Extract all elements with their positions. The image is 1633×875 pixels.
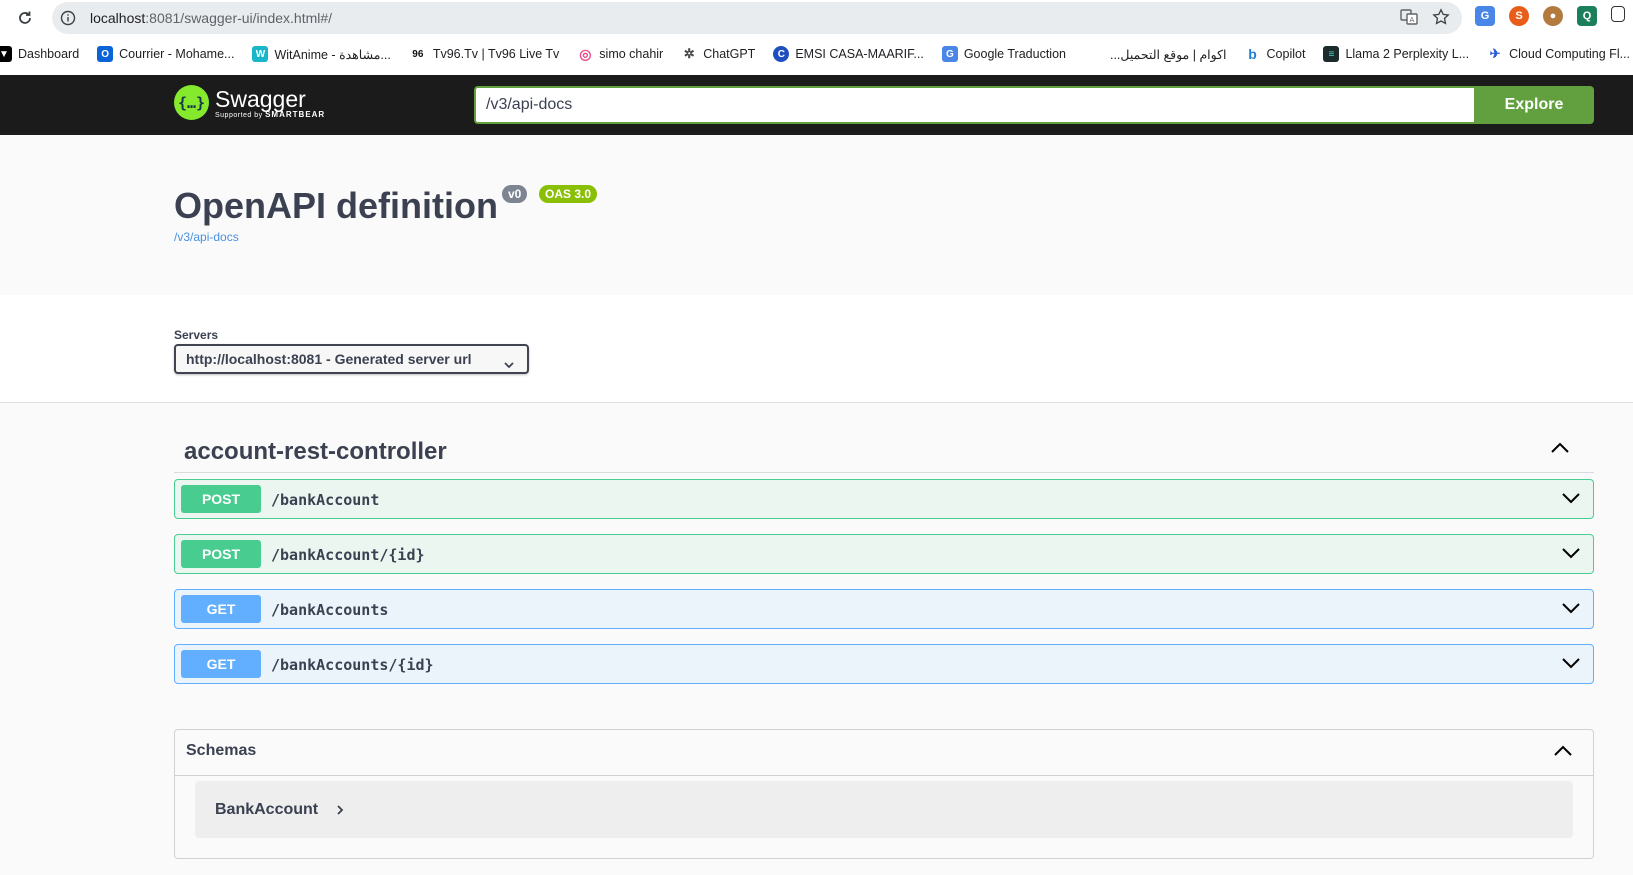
- api-docs-link[interactable]: /v3/api-docs: [174, 230, 239, 244]
- swagger-logo[interactable]: {…} Swagger Supported by SMARTBEAR: [174, 85, 325, 120]
- bookmark-item[interactable]: b Copilot: [1245, 46, 1306, 62]
- bookmark-label: simo chahir: [599, 47, 664, 61]
- bookmark-item[interactable]: C EMSI CASA-MAARIF...: [773, 46, 924, 62]
- schemas-title: Schemas: [186, 742, 257, 759]
- swagger-topbar: {…} Swagger Supported by SMARTBEAR /v3/a…: [0, 75, 1633, 135]
- page-title: OpenAPI definition: [174, 185, 498, 226]
- oas-badge: OAS 3.0: [539, 185, 598, 203]
- google-translate-icon: G: [941, 46, 958, 62]
- bookmark-label: Google Traduction: [963, 47, 1066, 61]
- translate-page-icon[interactable]: A: [1400, 8, 1418, 31]
- smartbear-text: SMARTBEAR: [265, 109, 326, 119]
- info-section: OpenAPI definition v0 OAS 3.0 /v3/api-do…: [0, 135, 1633, 295]
- chevron-down-icon[interactable]: [1561, 601, 1581, 620]
- bookmark-label: Courrier - Mohame...: [119, 47, 235, 61]
- address-bar[interactable]: localhost:8081/swagger-ui/index.html#/ A: [52, 2, 1462, 34]
- operation-path: /bankAccount: [271, 491, 380, 509]
- url-text: localhost:8081/swagger-ui/index.html#/: [90, 10, 332, 26]
- emsi-icon: C: [773, 46, 790, 62]
- bookmark-label: EMSI CASA-MAARIF...: [795, 47, 924, 61]
- schemas-header[interactable]: Schemas: [175, 730, 1593, 776]
- version-badge: v0: [502, 185, 528, 203]
- tag-header[interactable]: account-rest-controller: [174, 425, 1594, 473]
- chatgpt-icon: ✲: [683, 46, 695, 61]
- servers-section: Servers http://localhost:8081 - Generate…: [0, 295, 1633, 403]
- model-name: BankAccount: [215, 801, 319, 818]
- bookmark-label: Llama 2 Perplexity L...: [1345, 47, 1470, 61]
- swagger-logo-icon: {…}: [174, 85, 209, 120]
- spec-url-input[interactable]: /v3/api-docs: [474, 86, 1474, 124]
- bing-icon: b: [1248, 46, 1257, 62]
- bookmark-label: Dashboard: [18, 47, 80, 61]
- bookmark-item[interactable]: O Courrier - Mohame...: [97, 46, 234, 62]
- bookmarks-bar: ▼ Dashboard O Courrier - Mohame... W Wit…: [0, 40, 1633, 68]
- bookmark-item[interactable]: ≡ Llama 2 Perplexity L...: [1323, 46, 1469, 62]
- bookmark-label: ChatGPT: [703, 47, 756, 61]
- url-host: localhost: [90, 10, 146, 26]
- servers-selected-value: http://localhost:8081 - Generated server…: [186, 351, 472, 367]
- method-badge: GET: [181, 595, 261, 623]
- explore-button[interactable]: Explore: [1474, 86, 1594, 124]
- extension-icon[interactable]: S: [1509, 6, 1529, 26]
- outlook-icon: O: [97, 46, 114, 62]
- method-badge: GET: [181, 650, 261, 678]
- url-path: :8081/swagger-ui/index.html#/: [145, 10, 333, 26]
- extensions-menu-icon[interactable]: [1611, 6, 1625, 22]
- bookmark-label: WitAnime - مشاهدة...: [274, 47, 391, 62]
- google-translate-extension-icon[interactable]: G: [1475, 6, 1495, 26]
- bookmark-item[interactable]: W WitAnime - مشاهدة...: [252, 46, 391, 62]
- bookmark-item[interactable]: ✲ ChatGPT: [681, 46, 756, 62]
- chevron-down-icon: [503, 353, 515, 379]
- site-info-icon[interactable]: [60, 10, 76, 26]
- svg-text:A: A: [1410, 16, 1415, 24]
- bookmark-label: Tv96.Tv | Tv96 Live Tv: [432, 47, 560, 61]
- bookmark-item[interactable]: ◎ simo chahir: [577, 46, 663, 62]
- extension-icon[interactable]: Q: [1577, 6, 1597, 26]
- bookmark-label: Copilot: [1266, 47, 1306, 61]
- perplexity-icon: ≡: [1323, 46, 1340, 62]
- cookie-extension-icon[interactable]: ●: [1543, 6, 1563, 26]
- chevron-down-icon[interactable]: [1561, 546, 1581, 565]
- operation-post-bankaccount[interactable]: POST /bankAccount: [174, 479, 1594, 519]
- tag-title: account-rest-controller: [184, 438, 447, 465]
- servers-select[interactable]: http://localhost:8081 - Generated server…: [174, 344, 529, 374]
- bookmark-item[interactable]: اكوام | موقع التحميل...: [1110, 47, 1227, 62]
- servers-label: Servers: [174, 328, 219, 342]
- bookmark-label: اكوام | موقع التحميل...: [1109, 47, 1227, 62]
- operation-path: /bankAccount/{id}: [271, 546, 425, 564]
- chevron-up-icon[interactable]: [1553, 744, 1573, 763]
- swagger-brand-sub: Supported by SMARTBEAR: [215, 110, 325, 119]
- method-badge: POST: [181, 485, 261, 513]
- chevron-up-icon[interactable]: [1550, 441, 1570, 460]
- chevron-right-icon[interactable]: [335, 803, 345, 821]
- witanime-icon: W: [252, 46, 269, 62]
- bookmark-star-icon[interactable]: [1432, 8, 1450, 31]
- chevron-down-icon[interactable]: [1561, 656, 1581, 675]
- swagger-brand: Swagger: [215, 85, 306, 112]
- chevron-down-icon[interactable]: [1561, 491, 1581, 510]
- reload-icon[interactable]: [14, 7, 36, 29]
- bookmark-item[interactable]: 96 Tv96.Tv | Tv96 Live Tv: [409, 46, 559, 62]
- browser-toolbar: localhost:8081/swagger-ui/index.html#/ A…: [0, 0, 1633, 36]
- operation-get-bankaccounts-id[interactable]: GET /bankAccounts/{id}: [174, 644, 1594, 684]
- method-badge: POST: [181, 540, 261, 568]
- bookmark-item[interactable]: ▼ Dashboard: [0, 46, 79, 62]
- operation-path: /bankAccounts: [271, 601, 389, 619]
- brand-sub-prefix: Supported by: [215, 111, 266, 119]
- cloud-icon: ✈: [1489, 46, 1501, 61]
- operations-area: account-rest-controller POST /bankAccoun…: [0, 403, 1633, 875]
- schemas-section: Schemas BankAccount: [174, 729, 1594, 859]
- bookmark-item[interactable]: ✈ Cloud Computing Fl...: [1487, 46, 1630, 62]
- tv96-icon: 96: [412, 48, 424, 60]
- vercel-icon: ▼: [0, 46, 12, 62]
- operation-get-bankaccounts[interactable]: GET /bankAccounts: [174, 589, 1594, 629]
- bookmark-item[interactable]: G Google Traduction: [941, 46, 1066, 62]
- pinwheel-icon: ◎: [579, 45, 592, 62]
- model-bankaccount[interactable]: BankAccount: [195, 781, 1573, 838]
- operation-path: /bankAccounts/{id}: [271, 656, 434, 674]
- operation-post-bankaccount-id[interactable]: POST /bankAccount/{id}: [174, 534, 1594, 574]
- bookmark-label: Cloud Computing Fl...: [1509, 47, 1631, 61]
